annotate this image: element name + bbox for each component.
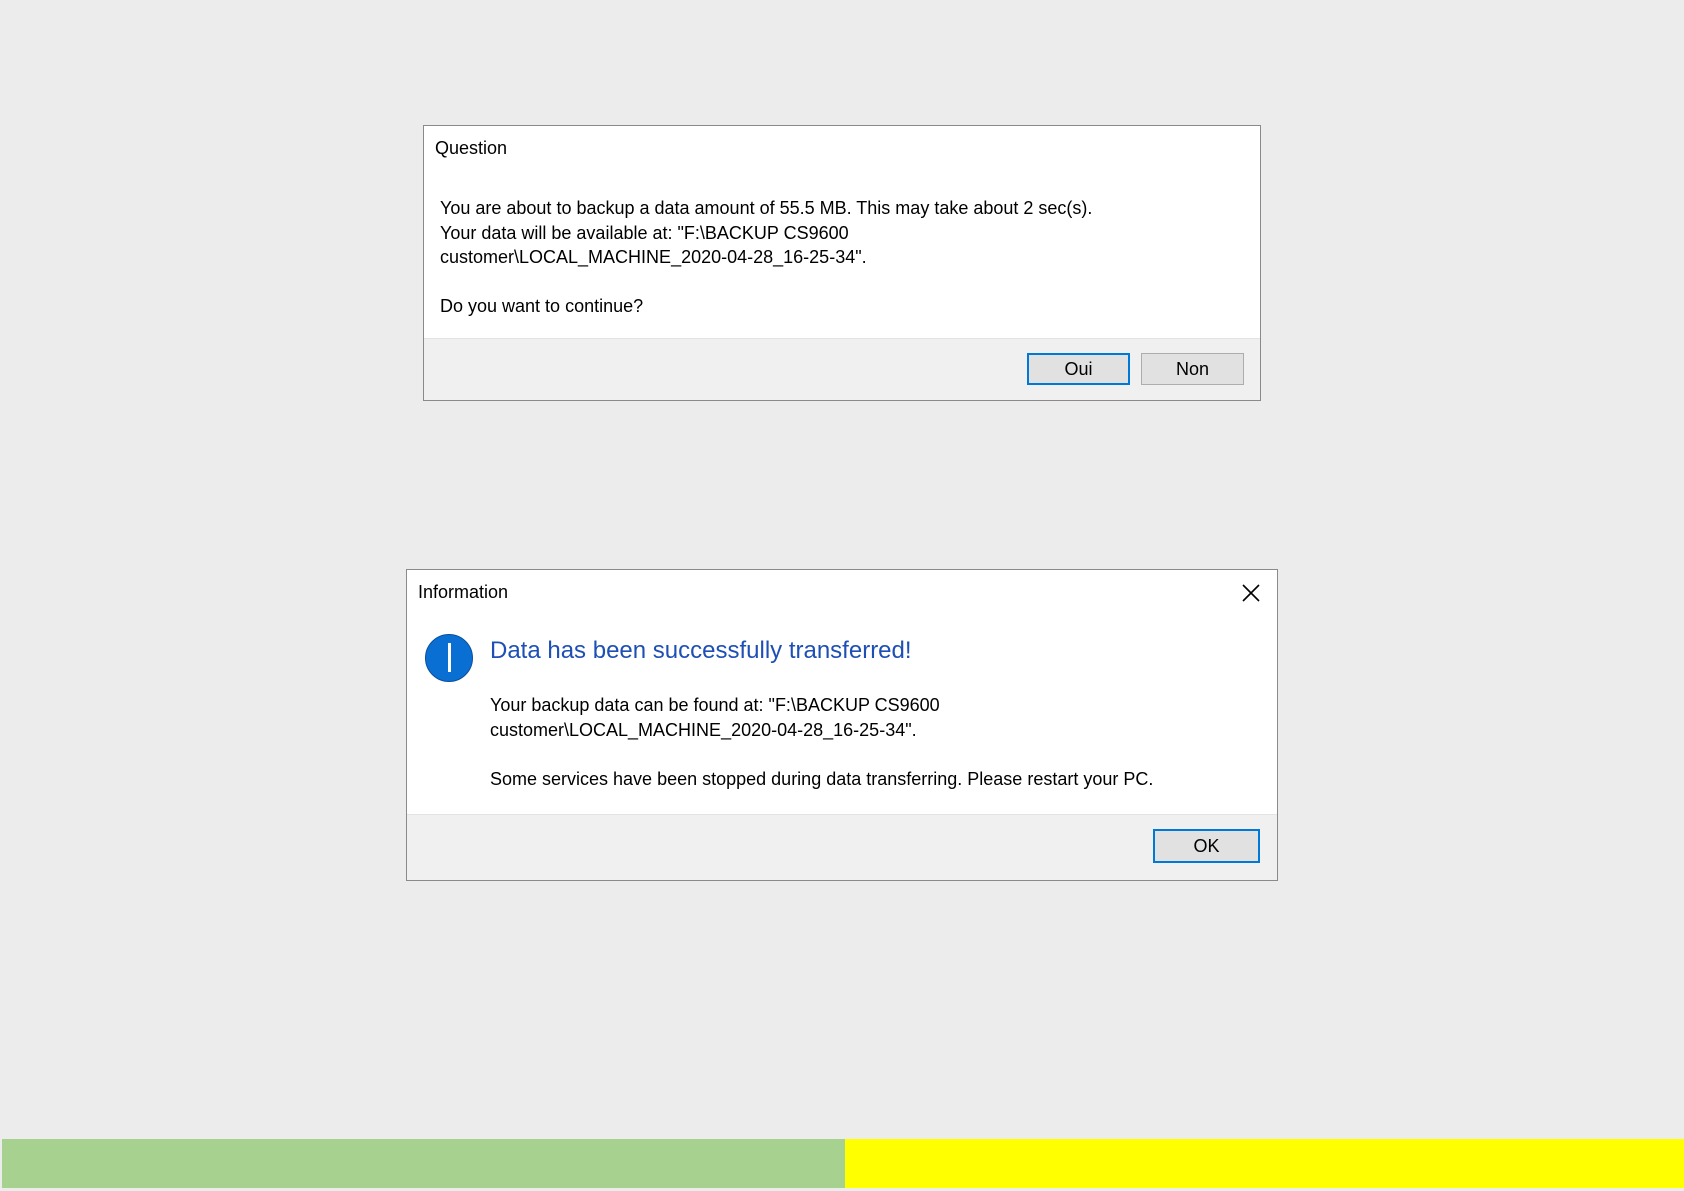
green-bar	[2, 1139, 845, 1188]
question-message-line-1: You are about to backup a data amount of…	[440, 198, 1093, 218]
info-heading: Data has been successfully transferred!	[490, 637, 912, 664]
close-button[interactable]	[1231, 573, 1271, 613]
ok-button[interactable]: OK	[1153, 829, 1260, 863]
info-message-line-2: customer\LOCAL_MACHINE_2020-04-28_16-25-…	[490, 719, 917, 740]
info-icon	[425, 634, 473, 682]
yes-button[interactable]: Oui	[1027, 353, 1130, 385]
yellow-bar	[845, 1139, 1684, 1188]
question-dialog-title: Question	[435, 138, 508, 158]
question-prompt: Do you want to continue?	[440, 296, 644, 316]
information-dialog-footer: OK	[407, 814, 1277, 880]
info-message-line-1: Your backup data can be found at: "F:\BA…	[490, 695, 940, 715]
question-dialog: Question You are about to backup a data …	[423, 125, 1261, 401]
question-message-line-3: customer\LOCAL_MACHINE_2020-04-28_16-25-…	[440, 247, 867, 267]
info-message-line-3: Some services have been stopped during d…	[490, 769, 1154, 789]
information-dialog: Information Data has been successfully t…	[406, 569, 1278, 881]
info-icon-line	[448, 645, 451, 672]
no-button[interactable]: Non	[1141, 353, 1244, 385]
question-dialog-footer: Oui Non	[424, 338, 1260, 400]
close-icon	[1242, 584, 1260, 602]
information-dialog-title: Information	[418, 582, 509, 602]
question-message-line-2: Your data will be available at: "F:\BACK…	[440, 222, 849, 243]
